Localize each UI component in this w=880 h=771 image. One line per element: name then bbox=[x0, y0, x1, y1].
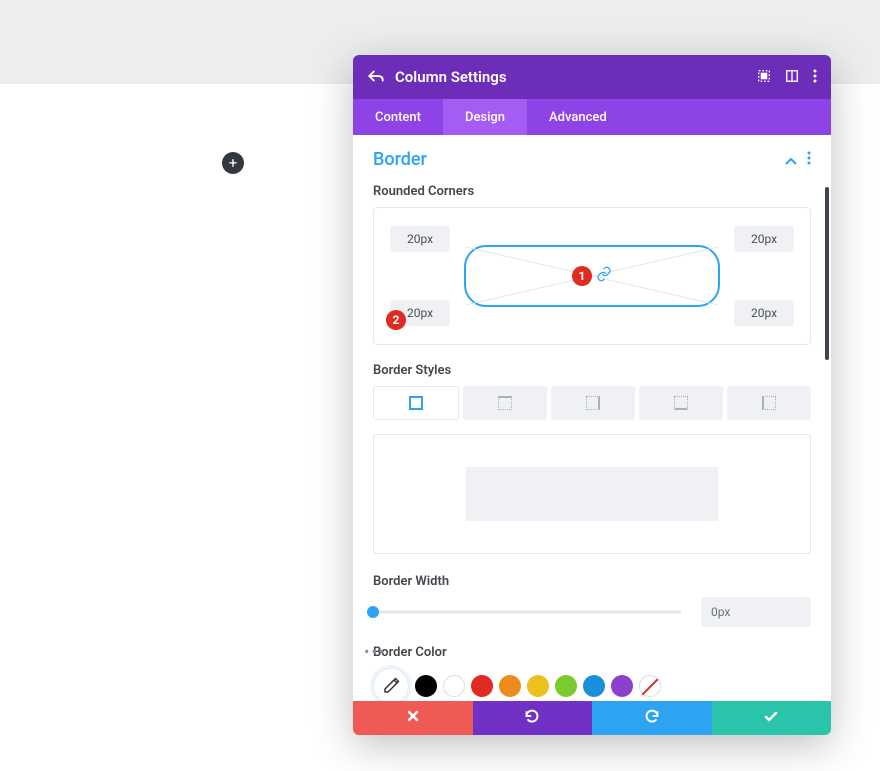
add-module-button[interactable]: + bbox=[222, 152, 244, 174]
border-styles-selector bbox=[373, 386, 811, 420]
back-icon[interactable] bbox=[367, 68, 385, 87]
more-options-icon[interactable]: ••• bbox=[364, 642, 386, 661]
swatch-yellow[interactable] bbox=[527, 675, 549, 697]
corner-bottom-right-input[interactable]: 20px bbox=[734, 300, 794, 326]
section-title: Border bbox=[373, 149, 785, 170]
square-right-icon bbox=[586, 396, 600, 410]
square-top-icon bbox=[498, 396, 512, 410]
settings-panel: Column Settings Content Design Advanced … bbox=[353, 55, 831, 735]
panel-body: Border Rounded Corners 20px 20px 1 bbox=[353, 135, 831, 701]
responsive-icon[interactable] bbox=[785, 68, 799, 87]
swatch-orange[interactable] bbox=[499, 675, 521, 697]
panel-header: Column Settings bbox=[353, 55, 831, 99]
border-style-bottom[interactable] bbox=[639, 386, 723, 420]
scrollbar-thumb[interactable] bbox=[825, 187, 829, 360]
undo-icon bbox=[524, 709, 540, 727]
corner-preview: 1 bbox=[464, 245, 720, 307]
rounded-corners-label: Rounded Corners bbox=[373, 184, 811, 199]
redo-button[interactable] bbox=[592, 701, 712, 735]
scrollbar[interactable] bbox=[825, 187, 829, 501]
kebab-menu-icon[interactable] bbox=[813, 68, 817, 87]
callout-badge-2: 2 bbox=[386, 310, 406, 330]
border-style-all[interactable] bbox=[373, 386, 459, 420]
tab-design[interactable]: Design bbox=[443, 99, 527, 135]
border-width-input[interactable]: 0px bbox=[701, 597, 811, 627]
swatch-red[interactable] bbox=[471, 675, 493, 697]
confirm-button[interactable] bbox=[712, 701, 832, 735]
border-style-left[interactable] bbox=[727, 386, 811, 420]
swatch-white[interactable] bbox=[443, 675, 465, 697]
corner-top-right-input[interactable]: 20px bbox=[734, 226, 794, 252]
link-values-icon[interactable] bbox=[596, 266, 612, 286]
panel-footer bbox=[353, 701, 831, 735]
border-width-slider[interactable] bbox=[373, 605, 681, 619]
square-left-icon bbox=[762, 396, 776, 410]
slider-thumb[interactable] bbox=[367, 606, 379, 618]
plus-icon: + bbox=[229, 154, 238, 172]
square-bottom-icon bbox=[674, 396, 688, 410]
corner-top-left-input[interactable]: 20px bbox=[390, 226, 450, 252]
close-icon bbox=[407, 710, 419, 726]
panel-title: Column Settings bbox=[395, 68, 743, 86]
border-color-swatches bbox=[373, 668, 811, 701]
tab-bar: Content Design Advanced bbox=[353, 99, 831, 135]
swatch-green[interactable] bbox=[555, 675, 577, 697]
redo-icon bbox=[644, 709, 660, 727]
swatch-black[interactable] bbox=[415, 675, 437, 697]
swatch-purple[interactable] bbox=[611, 675, 633, 697]
square-all-icon bbox=[409, 396, 423, 410]
border-width-label: Border Width bbox=[373, 574, 811, 589]
tab-advanced[interactable]: Advanced bbox=[527, 99, 629, 135]
callout-badge-1: 1 bbox=[572, 266, 592, 286]
border-styles-label: Border Styles bbox=[373, 363, 811, 378]
tab-content[interactable]: Content bbox=[353, 99, 443, 135]
border-preview-inner bbox=[466, 467, 719, 521]
check-icon bbox=[764, 710, 778, 726]
swatch-none[interactable] bbox=[639, 675, 661, 697]
color-picker-button[interactable] bbox=[373, 668, 409, 701]
expand-icon[interactable] bbox=[757, 68, 771, 87]
section-menu-icon[interactable] bbox=[807, 150, 811, 169]
rounded-corners-control: 20px 20px 1 20px 20px 2 bbox=[373, 207, 811, 345]
border-preview bbox=[373, 434, 811, 554]
cancel-button[interactable] bbox=[353, 701, 473, 735]
border-color-label: Border Color bbox=[373, 645, 811, 660]
swatch-blue[interactable] bbox=[583, 675, 605, 697]
border-style-right[interactable] bbox=[551, 386, 635, 420]
eyedropper-icon bbox=[382, 677, 400, 695]
chevron-up-icon[interactable] bbox=[785, 150, 797, 169]
border-width-control: 0px bbox=[373, 597, 811, 627]
section-header: Border bbox=[373, 149, 811, 170]
border-style-top[interactable] bbox=[463, 386, 547, 420]
undo-button[interactable] bbox=[473, 701, 593, 735]
